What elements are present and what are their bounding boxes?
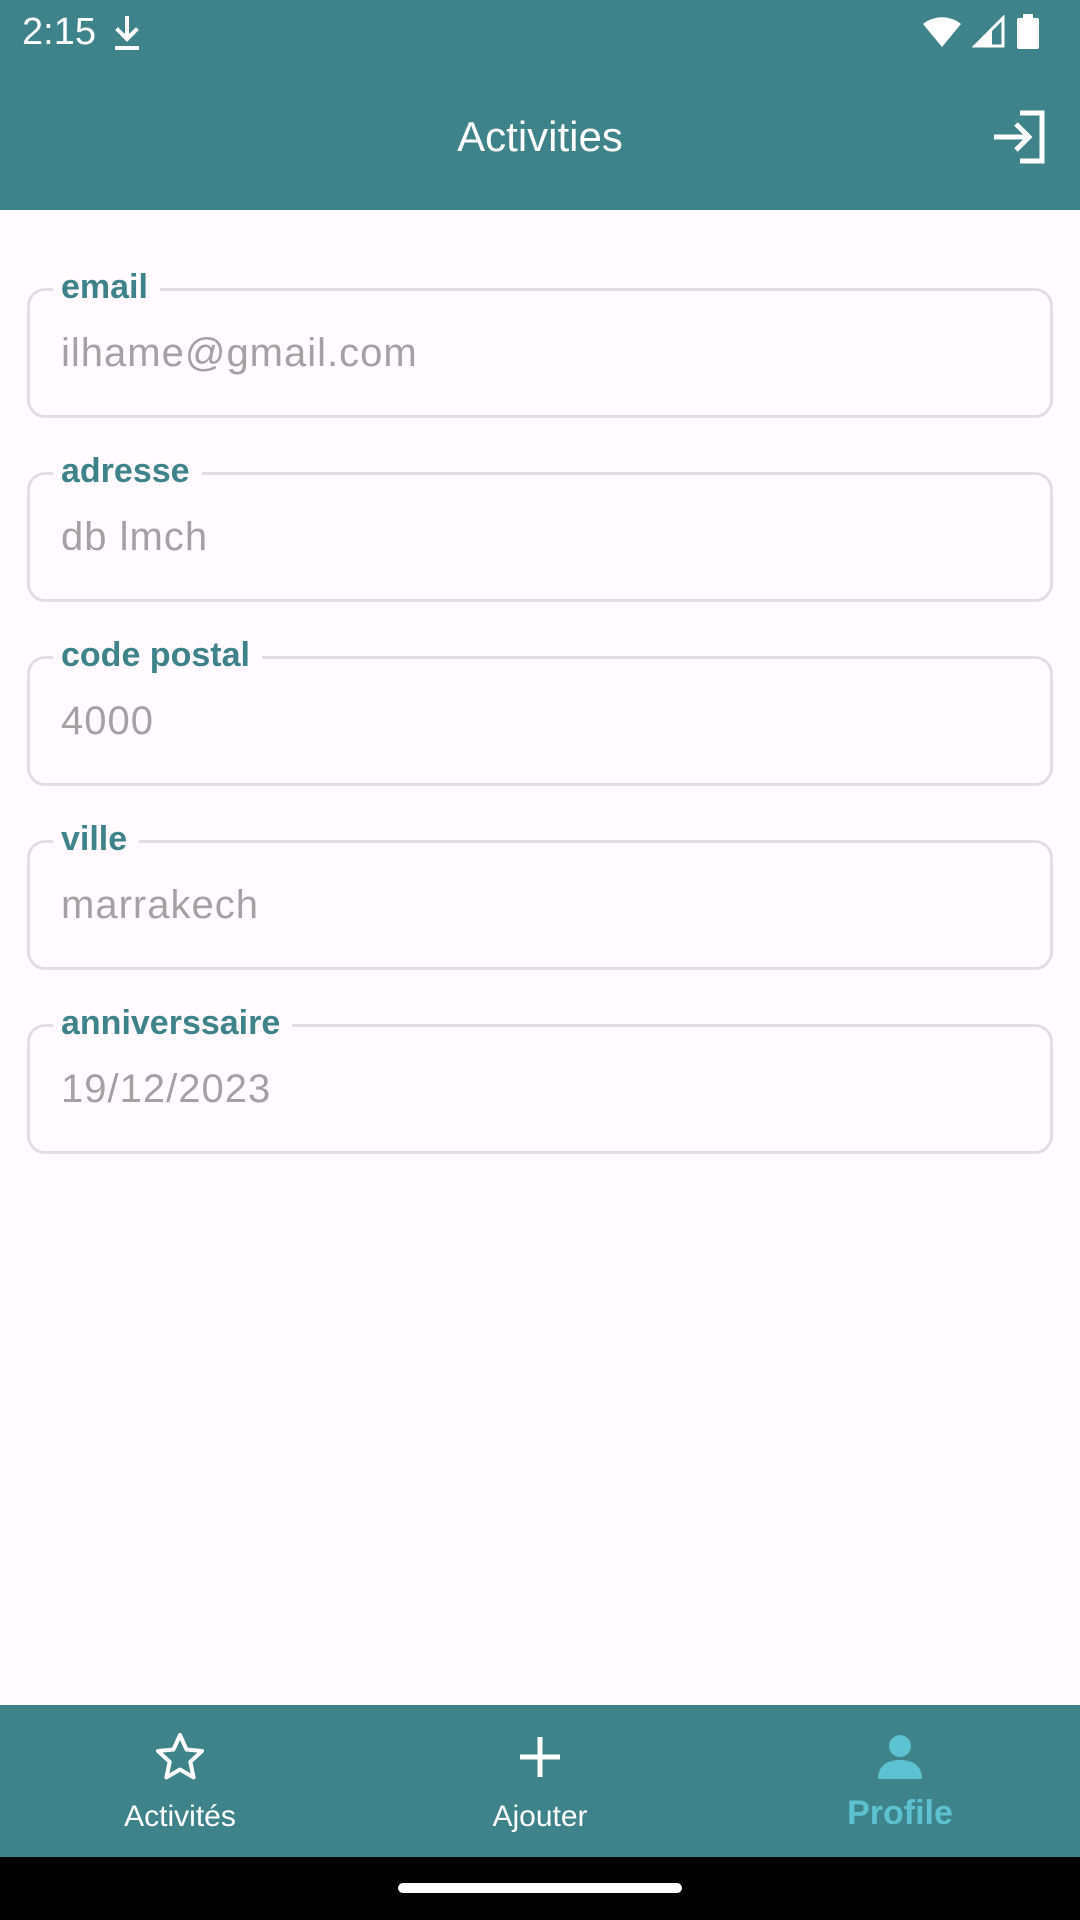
logout-icon: [994, 110, 1045, 164]
bottom-navigation: Activités Ajouter Profile: [0, 1705, 1080, 1857]
star-outline-icon: [156, 1733, 204, 1780]
nav-label-activites: Activités: [124, 1800, 236, 1833]
battery-icon: [1017, 14, 1039, 49]
address-label: adresse: [53, 450, 202, 492]
city-input[interactable]: [61, 878, 1023, 932]
postal-code-label: code postal: [53, 634, 262, 676]
birthday-label: anniverssaire: [53, 1002, 293, 1044]
postal-code-input[interactable]: [61, 694, 1023, 748]
logout-button[interactable]: [990, 107, 1050, 167]
app-bar: Activities: [0, 64, 1080, 210]
page-title: Activities: [457, 113, 623, 160]
download-icon: [115, 16, 139, 50]
email-field[interactable]: email: [27, 266, 1053, 418]
postal-code-field[interactable]: code postal: [27, 634, 1053, 786]
nav-label-ajouter: Ajouter: [492, 1800, 588, 1833]
nav-item-profile[interactable]: Profile: [720, 1705, 1080, 1857]
plus-icon: [520, 1737, 560, 1777]
nav-item-activites[interactable]: Activités: [0, 1705, 360, 1857]
profile-form: email adresse code postal ville annivers…: [27, 266, 1053, 1208]
system-navigation-bar: [0, 1857, 1080, 1920]
nav-item-ajouter[interactable]: Ajouter: [360, 1705, 720, 1857]
home-indicator[interactable]: [398, 1883, 682, 1893]
signal-icon: [972, 15, 1005, 48]
city-label: ville: [53, 818, 140, 860]
city-field[interactable]: ville: [27, 818, 1053, 970]
birthday-field[interactable]: anniverssaire: [27, 1002, 1053, 1154]
email-label: email: [53, 266, 160, 308]
status-bar: 2:15: [0, 0, 1080, 64]
nav-label-profile: Profile: [847, 1794, 953, 1832]
address-input[interactable]: [61, 510, 1023, 564]
status-icons: [922, 12, 1040, 52]
wifi-icon: [923, 17, 961, 47]
status-time: 2:15: [22, 11, 96, 53]
birthday-input[interactable]: [61, 1062, 1023, 1116]
email-input[interactable]: [61, 326, 1023, 380]
address-field[interactable]: adresse: [27, 450, 1053, 602]
person-icon: [878, 1735, 922, 1779]
